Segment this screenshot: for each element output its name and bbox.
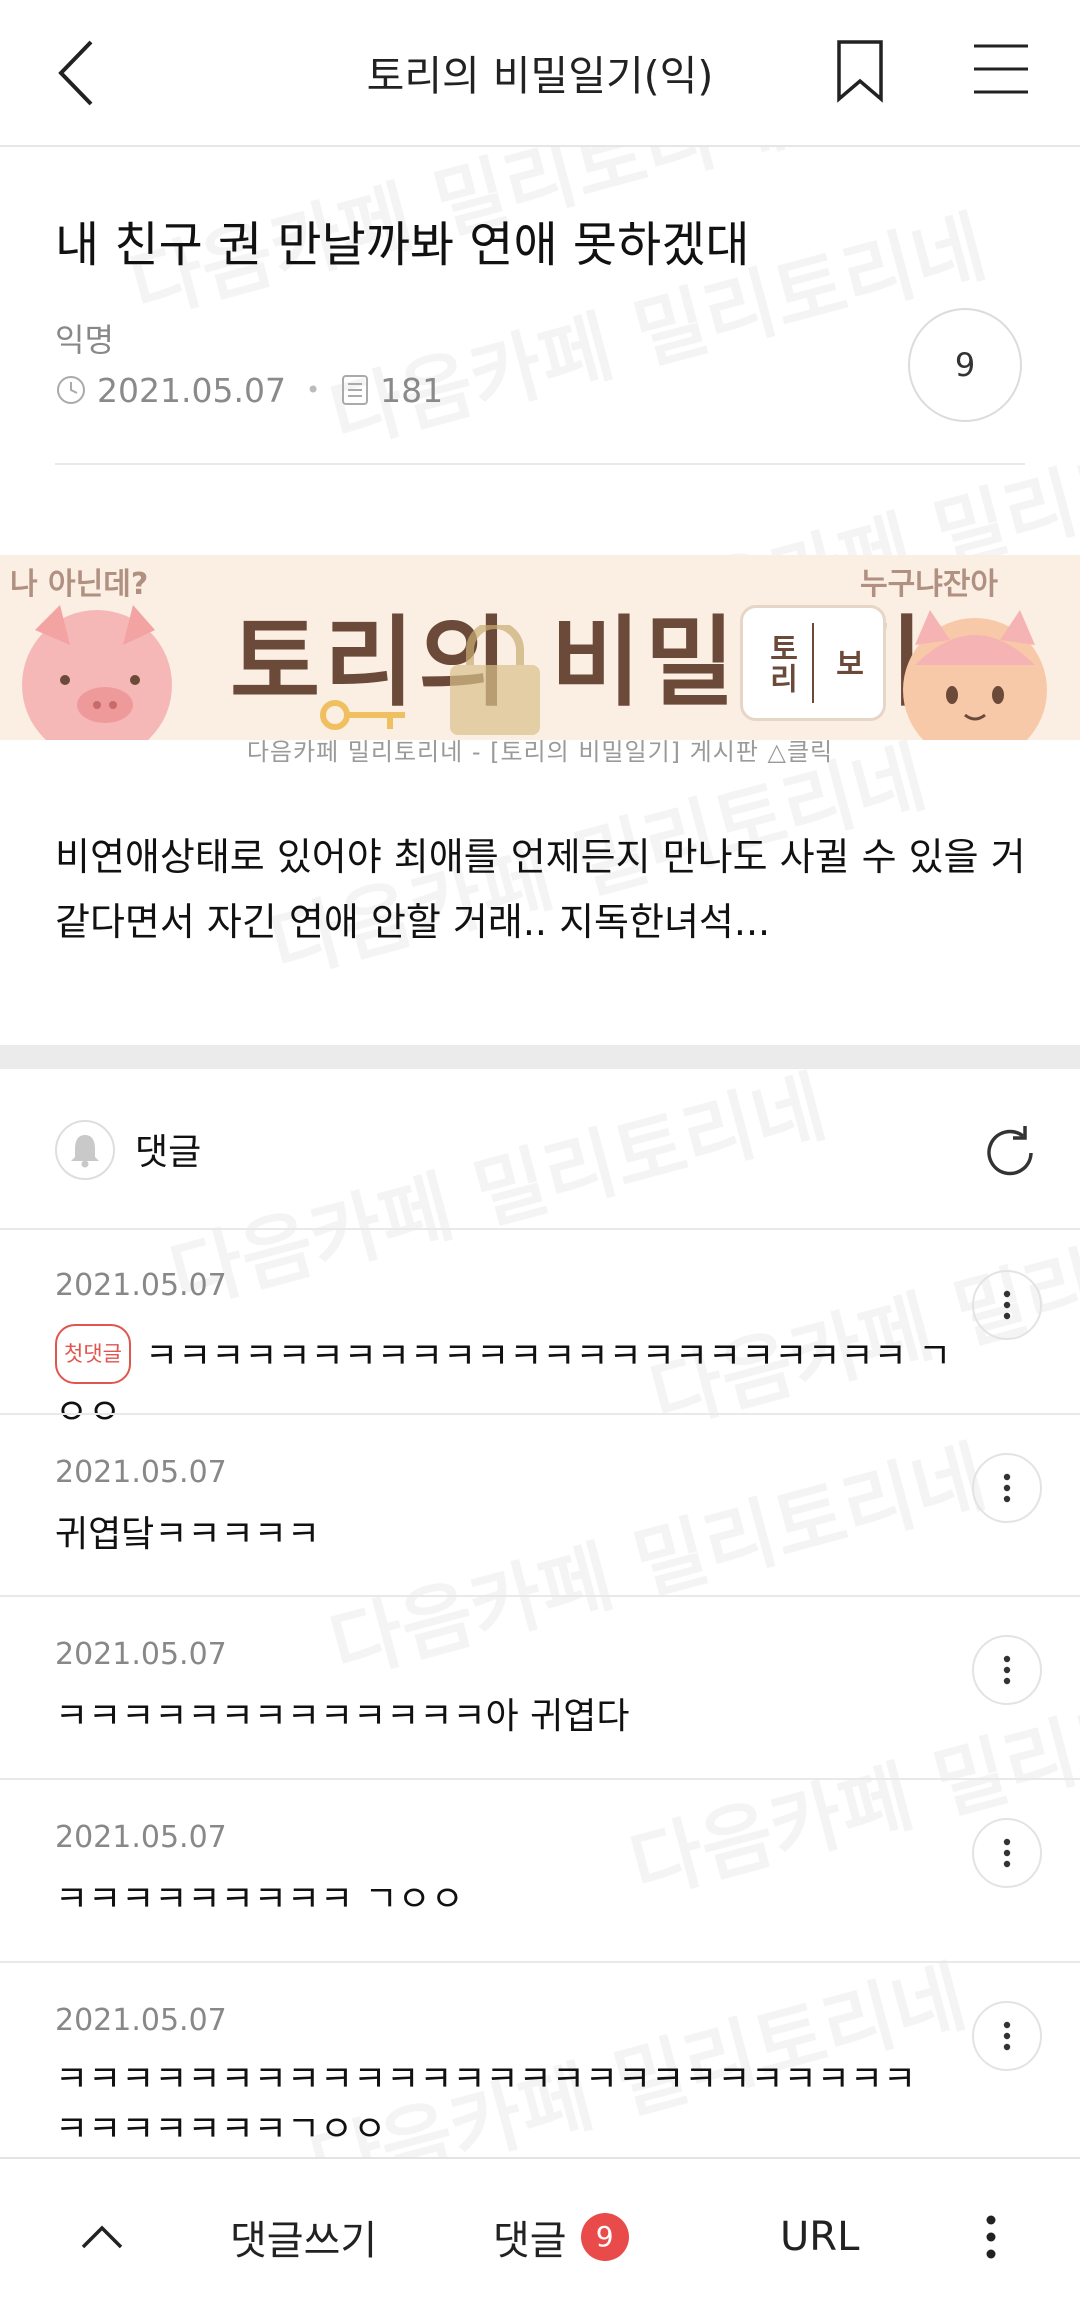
- banner-badge-left: 토리: [763, 633, 798, 693]
- comment-text: ㅋㅋㅋㅋㅋㅋㅋㅋㅋㅋㅋㅋㅋㅋㅋㅋㅋㅋㅋㅋㅋㅋㅋㅋㅋㅋㅋㅋㅋㅋㅋㅋㅋㄱㅇㅇ: [55, 2059, 917, 2150]
- comment-text: ㅋㅋㅋㅋㅋㅋㅋㅋㅋ ㄱㅇㅇ: [55, 1879, 464, 1920]
- comment-item: 2021.05.07 ㅋㅋㅋㅋㅋㅋㅋㅋㅋㅋㅋㅋㅋ아 귀엽다: [0, 1595, 1080, 1780]
- comment-text: 귀엽닼ㅋㅋㅋㅋㅋ: [55, 1514, 320, 1555]
- comment-item: 2021.05.07 ㅋㅋㅋㅋㅋㅋㅋㅋㅋㅋㅋㅋㅋㅋㅋㅋㅋㅋㅋㅋㅋㅋㅋㅋㅋㅋㅋㅋㅋ…: [0, 1961, 1080, 2159]
- comment-date: 2021.05.07: [55, 2003, 227, 2038]
- first-comment-badge: 첫댓글: [55, 1324, 131, 1384]
- menu-button[interactable]: [970, 38, 1032, 100]
- section-separator: [0, 1045, 1080, 1069]
- back-arrow-icon: [58, 40, 93, 105]
- more-vertical-icon: [1003, 2021, 1011, 2051]
- post-date: 2021.05.07: [97, 370, 286, 410]
- comment-text: ㅋㅋㅋㅋㅋㅋㅋㅋㅋㅋㅋㅋㅋ아 귀엽다: [55, 1696, 630, 1737]
- bookmark-icon: [837, 40, 883, 103]
- comment-more-button[interactable]: [972, 1453, 1042, 1523]
- comment-date: 2021.05.07: [55, 1820, 227, 1855]
- banner-badge: 토리 보: [740, 605, 886, 721]
- post-title: 내 친구 권 만날까봐 연애 못하겠대: [55, 217, 750, 273]
- refresh-button[interactable]: [975, 1118, 1045, 1188]
- views-icon: [342, 375, 369, 405]
- chevron-up-icon: [81, 2225, 123, 2248]
- lock-illustration: [450, 625, 540, 735]
- post-views: 181: [380, 370, 444, 410]
- comment-item: 2021.05.07 귀엽닼ㅋㅋㅋㅋㅋ: [0, 1413, 1080, 1597]
- more-vertical-icon: [1003, 1838, 1011, 1868]
- top-app-bar: 토리의 비밀일기(익): [0, 0, 1080, 147]
- comment-date: 2021.05.07: [55, 1268, 227, 1303]
- notification-toggle[interactable]: [55, 1120, 115, 1180]
- banner-caption: 다음카페 밀리토리네 - [토리의 비밀일기] 게시판 △클릭: [246, 738, 834, 766]
- clock-icon: [57, 376, 85, 404]
- meta-separator: •: [305, 376, 321, 404]
- more-vertical-icon: [1003, 1655, 1011, 1685]
- refresh-icon: [987, 1126, 1033, 1176]
- back-button[interactable]: [40, 30, 110, 115]
- comment-item: 2021.05.07 ㅋㅋㅋㅋㅋㅋㅋㅋㅋ ㄱㅇㅇ: [0, 1778, 1080, 1963]
- comments-label: 댓글: [135, 1132, 202, 1173]
- bookmark-button[interactable]: [825, 36, 895, 106]
- comment-more-button[interactable]: [972, 1635, 1042, 1705]
- url-button[interactable]: URL: [780, 2159, 859, 2314]
- banner-badge-separator: [812, 623, 814, 703]
- banner-badge-right: 보: [829, 648, 864, 678]
- board-banner[interactable]: 나 아닌데? 토리의 비밀일기 토리 보 누구냐잔아: [0, 555, 1080, 740]
- comment-count-button[interactable]: 9: [908, 308, 1022, 422]
- pig-illustration: [22, 605, 172, 740]
- more-options-button[interactable]: [985, 2159, 997, 2314]
- post-body: 비연애상태로 있어야 최애를 언제든지 만나도 사귈 수 있을 거 같다면서 자…: [55, 835, 1026, 944]
- comment-item: 2021.05.07 첫댓글 ㅋㅋㅋㅋㅋㅋㅋㅋㅋㅋㅋㅋㅋㅋㅋㅋㅋㅋㅋㅋㅋㅋㅋ ㄱㅇ…: [0, 1228, 1080, 1433]
- more-vertical-icon: [986, 2215, 996, 2258]
- divider: [55, 463, 1025, 465]
- more-vertical-icon: [1003, 1290, 1011, 1320]
- board-title[interactable]: 토리의 비밀일기(익): [240, 42, 840, 102]
- key-illustration: [320, 700, 405, 730]
- comments-button-label: 댓글: [493, 2217, 567, 2264]
- banner-left-caption: 나 아닌데?: [10, 567, 149, 602]
- post-author[interactable]: 익명: [55, 315, 114, 361]
- more-vertical-icon: [1003, 1473, 1011, 1503]
- comment-date: 2021.05.07: [55, 1455, 227, 1490]
- comments-count-badge: 9: [580, 2212, 629, 2261]
- comment-more-button[interactable]: [972, 1270, 1042, 1340]
- bell-icon: [71, 1135, 99, 1168]
- hamburger-menu-icon: [974, 44, 1028, 94]
- comment-more-button[interactable]: [972, 1818, 1042, 1888]
- comment-more-button[interactable]: [972, 2001, 1042, 2071]
- comments-button[interactable]: 댓글 9: [493, 2159, 629, 2314]
- scroll-top-button[interactable]: [80, 2159, 124, 2314]
- bottom-action-bar: 댓글쓰기 댓글 9 URL: [0, 2157, 1080, 2314]
- write-comment-button[interactable]: 댓글쓰기: [230, 2159, 377, 2314]
- cat-illustration: [903, 610, 1047, 740]
- comment-date: 2021.05.07: [55, 1637, 227, 1672]
- post-meta: 2021.05.07 • 181: [55, 370, 443, 410]
